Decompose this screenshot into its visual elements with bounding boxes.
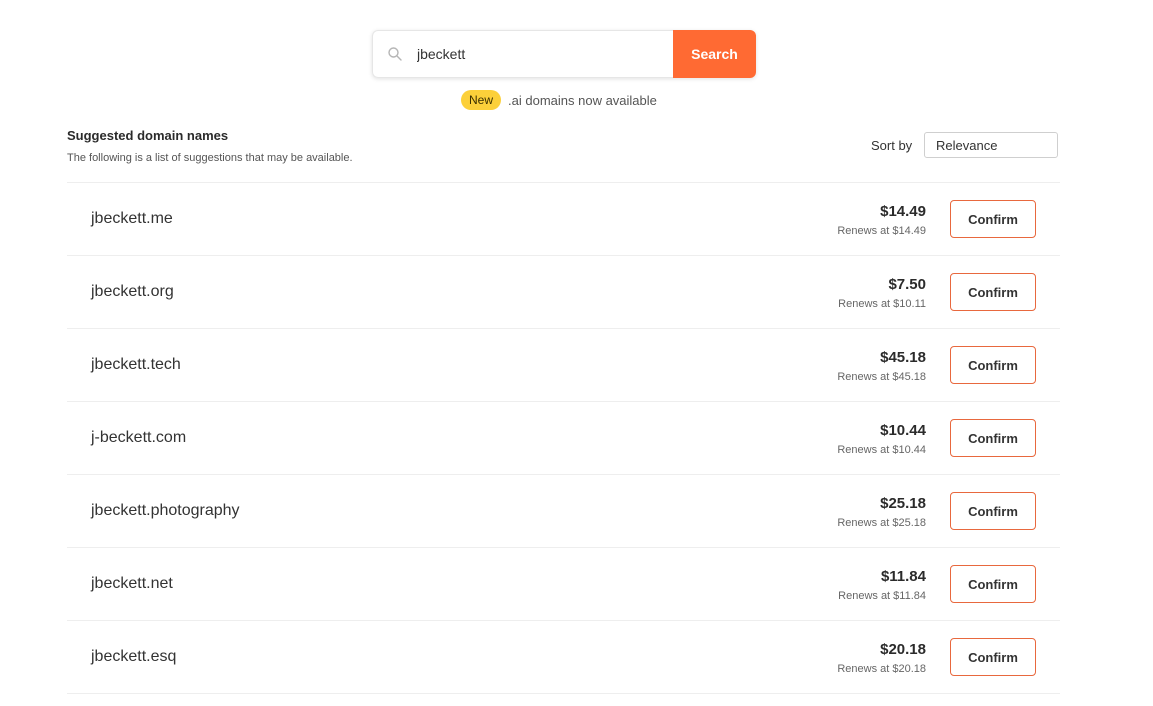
confirm-button[interactable]: Confirm bbox=[950, 346, 1036, 384]
price-block: $10.44 Renews at $10.44 bbox=[837, 422, 926, 458]
search-bar: Search bbox=[372, 30, 756, 78]
confirm-button[interactable]: Confirm bbox=[950, 273, 1036, 311]
price-block: $14.49 Renews at $14.49 bbox=[837, 203, 926, 239]
domain-row: jbeckett.me $14.49 Renews at $14.49 Conf… bbox=[67, 183, 1060, 256]
price-block: $45.18 Renews at $45.18 bbox=[837, 349, 926, 385]
sort-label: Sort by bbox=[871, 138, 913, 153]
renewal-price: Renews at $25.18 bbox=[837, 517, 926, 529]
confirm-button[interactable]: Confirm bbox=[950, 419, 1036, 457]
confirm-button[interactable]: Confirm bbox=[950, 200, 1036, 238]
renewal-price: Renews at $10.11 bbox=[838, 298, 926, 310]
domain-row: j-beckett.com $10.44 Renews at $10.44 Co… bbox=[67, 402, 1060, 475]
renewal-price: Renews at $14.49 bbox=[837, 225, 926, 237]
confirm-button[interactable]: Confirm bbox=[950, 638, 1036, 676]
price: $14.49 bbox=[880, 203, 926, 220]
price-block: $20.18 Renews at $20.18 bbox=[837, 641, 926, 677]
suggestions-subtitle: The following is a list of suggestions t… bbox=[67, 152, 353, 164]
domain-row: jbeckett.photography $25.18 Renews at $2… bbox=[67, 475, 1060, 548]
search-button[interactable]: Search bbox=[673, 30, 756, 78]
domain-name: jbeckett.me bbox=[91, 210, 173, 227]
price: $45.18 bbox=[880, 349, 926, 366]
domain-row: jbeckett.tech $45.18 Renews at $45.18 Co… bbox=[67, 329, 1060, 402]
renewal-price: Renews at $20.18 bbox=[837, 663, 926, 675]
confirm-button[interactable]: Confirm bbox=[950, 492, 1036, 530]
promo-banner: New .ai domains now available bbox=[461, 90, 657, 110]
renewal-price: Renews at $45.18 bbox=[837, 371, 926, 383]
domain-name: jbeckett.org bbox=[91, 283, 174, 300]
renewal-price: Renews at $10.44 bbox=[837, 444, 926, 456]
price-block: $7.50 Renews at $10.11 bbox=[838, 276, 926, 312]
new-badge: New bbox=[461, 90, 502, 110]
domain-row: jbeckett.net $11.84 Renews at $11.84 Con… bbox=[67, 548, 1060, 621]
suggestions-title: Suggested domain names bbox=[67, 128, 229, 143]
search-field[interactable] bbox=[372, 30, 673, 78]
confirm-button[interactable]: Confirm bbox=[950, 565, 1036, 603]
domain-row: jbeckett.org $7.50 Renews at $10.11 Conf… bbox=[67, 256, 1060, 329]
price-block: $25.18 Renews at $25.18 bbox=[837, 495, 926, 531]
domain-name: jbeckett.tech bbox=[91, 356, 181, 373]
domain-name: jbeckett.net bbox=[91, 575, 173, 592]
domain-name: jbeckett.esq bbox=[91, 648, 177, 665]
sort-select[interactable]: Relevance bbox=[924, 132, 1058, 158]
promo-text: .ai domains now available bbox=[508, 92, 657, 108]
search-icon bbox=[387, 46, 403, 62]
domain-list: jbeckett.me $14.49 Renews at $14.49 Conf… bbox=[67, 182, 1060, 694]
domain-row: jbeckett.esq $20.18 Renews at $20.18 Con… bbox=[67, 621, 1060, 694]
price: $25.18 bbox=[880, 495, 926, 512]
domain-search-page: Search New .ai domains now available Sug… bbox=[0, 0, 1153, 706]
price: $10.44 bbox=[880, 422, 926, 439]
renewal-price: Renews at $11.84 bbox=[838, 590, 926, 602]
search-input[interactable] bbox=[415, 45, 649, 63]
domain-name: j-beckett.com bbox=[91, 429, 187, 446]
price: $20.18 bbox=[880, 641, 926, 658]
price-block: $11.84 Renews at $11.84 bbox=[838, 568, 926, 604]
domain-name: jbeckett.photography bbox=[91, 502, 240, 519]
price: $7.50 bbox=[888, 276, 926, 293]
price: $11.84 bbox=[880, 568, 926, 585]
